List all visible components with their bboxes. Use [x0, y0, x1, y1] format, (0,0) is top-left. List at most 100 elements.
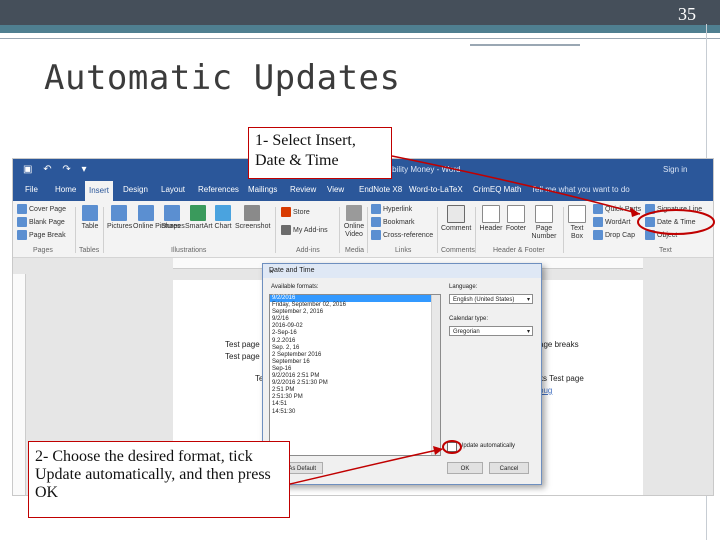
page-break-button[interactable]: Page Break — [17, 230, 66, 240]
pictures-button[interactable]: Pictures — [107, 205, 132, 230]
tab-review[interactable]: Review — [290, 185, 316, 194]
calendar-type-select[interactable]: Gregorian ▾ — [449, 326, 533, 336]
group-text-label: Text — [659, 247, 672, 254]
formats-label: Available formats: — [271, 284, 319, 290]
shapes-button[interactable]: Shapes — [161, 205, 185, 230]
vertical-ruler — [13, 274, 26, 495]
object-icon — [645, 230, 655, 240]
ribbon-separator — [339, 207, 340, 253]
format-option[interactable]: 9/2/2016 2:51 PM — [270, 373, 440, 380]
my-addins-button[interactable]: My Add-ins — [281, 225, 328, 235]
slide-divider-line — [0, 38, 720, 39]
update-automatically-label: Update automatically — [459, 443, 516, 449]
formats-scrollbar[interactable] — [431, 295, 440, 455]
format-option[interactable]: Friday, September 02, 2016 — [270, 302, 440, 309]
tab-layout[interactable]: Layout — [161, 185, 185, 194]
slide-divider-short — [470, 44, 580, 46]
format-option[interactable]: Sep. 2, 16 — [270, 345, 440, 352]
format-option[interactable]: September 2, 2016 — [270, 309, 440, 316]
format-option[interactable]: Sep-16 — [270, 366, 440, 373]
hyperlink-button[interactable]: Hyperlink — [371, 204, 412, 214]
cross-reference-icon — [371, 230, 381, 240]
group-media-label: Media — [345, 247, 365, 254]
close-icon[interactable]: × — [269, 267, 537, 276]
format-option[interactable]: 14:51:30 — [270, 409, 440, 416]
update-automatically-checkbox[interactable] — [447, 442, 457, 452]
screenshot-button[interactable]: Screenshot — [235, 205, 270, 230]
tab-references[interactable]: References — [198, 185, 239, 194]
footer-button[interactable]: Footer — [505, 205, 527, 232]
language-label: Language: — [449, 284, 478, 290]
tab-insert[interactable]: Insert — [85, 181, 114, 201]
ok-button[interactable]: OK — [447, 462, 483, 474]
chart-button[interactable]: Chart — [213, 205, 233, 230]
slide-accent-bar — [0, 25, 720, 33]
date-time-button[interactable]: Date & Time — [645, 217, 696, 227]
format-option[interactable]: 14:51 — [270, 401, 440, 408]
store-button[interactable]: Store — [281, 207, 310, 217]
online-video-button[interactable]: Online Video — [343, 205, 365, 239]
tab-endnote[interactable]: EndNote X8 — [359, 185, 402, 194]
drop-cap-button[interactable]: Drop Cap — [593, 230, 635, 240]
signature-line-icon — [645, 204, 655, 214]
object-button[interactable]: Object — [645, 230, 677, 240]
chevron-down-icon: ▾ — [526, 329, 530, 335]
bookmark-button[interactable]: Bookmark — [371, 217, 415, 227]
group-tables-label: Tables — [79, 247, 100, 254]
format-option[interactable]: 2:51 PM — [270, 387, 440, 394]
tab-crimeq-math[interactable]: CrimEQ Math — [473, 185, 521, 194]
ribbon-tabs: File Home Insert Design Layout Reference… — [13, 181, 713, 201]
callout-step-2: 2- Choose the desired format, tick Updat… — [28, 441, 290, 518]
cover-page-button[interactable]: Cover Page — [17, 204, 66, 214]
formats-list[interactable]: 9/2/2016 Friday, September 02, 2016 Septem… — [269, 294, 441, 456]
header-button[interactable]: Header — [479, 205, 503, 232]
online-pictures-button[interactable]: Online Pictures — [133, 205, 180, 230]
ribbon-separator — [475, 207, 476, 253]
sign-in-link[interactable]: Sign in — [663, 165, 687, 174]
format-option[interactable]: 9/2/2016 — [270, 295, 440, 303]
tab-word-to-latex[interactable]: Word-to-LaTeX — [409, 185, 463, 194]
page-break-icon — [17, 230, 27, 240]
text-box-icon — [568, 205, 586, 223]
comment-icon — [447, 205, 465, 223]
format-option[interactable]: 2 September 2016 — [270, 352, 440, 359]
tab-mailings[interactable]: Mailings — [248, 185, 277, 194]
quick-parts-icon — [593, 204, 603, 214]
group-links-label: Links — [395, 247, 412, 254]
wordart-button[interactable]: WordArt — [593, 217, 631, 227]
format-option[interactable]: 9/2/2016 2:51:30 PM — [270, 380, 440, 387]
hyperlink-icon — [371, 204, 381, 214]
tab-file[interactable]: File — [25, 185, 38, 194]
format-option[interactable]: 2-Sep-16 — [270, 330, 440, 337]
cancel-button[interactable]: Cancel — [489, 462, 529, 474]
format-option[interactable]: September 16 — [270, 359, 440, 366]
group-addins-label: Add-ins — [296, 247, 320, 254]
comment-button[interactable]: Comment — [441, 205, 471, 232]
tab-home[interactable]: Home — [55, 185, 76, 194]
signature-line-button[interactable]: Signature Line — [645, 204, 702, 214]
ribbon-separator — [367, 207, 368, 253]
addins-icon — [281, 225, 291, 235]
ribbon-separator — [563, 207, 564, 253]
insert-ribbon: Cover Page Blank Page Page Break Table P… — [13, 201, 713, 258]
slide-number: 35 — [678, 4, 696, 24]
text-box-button[interactable]: Text Box — [567, 205, 587, 241]
format-option[interactable]: 9/2/16 — [270, 316, 440, 323]
tab-view[interactable]: View — [327, 185, 344, 194]
format-option[interactable]: 2:51:30 PM — [270, 394, 440, 401]
quick-access-icons[interactable]: ▣ ↶ ↷ ▾ — [23, 164, 91, 175]
table-button[interactable]: Table — [79, 205, 101, 230]
tab-design[interactable]: Design — [123, 185, 148, 194]
ribbon-separator — [75, 207, 76, 253]
tell-me-box[interactable]: Tell me what you want to do — [531, 185, 630, 194]
quick-parts-button[interactable]: Quick Parts — [593, 204, 641, 214]
language-select[interactable]: English (United States) ▾ — [449, 294, 533, 304]
page-number-button[interactable]: Page Number — [529, 205, 559, 241]
format-option[interactable]: 9.2.2016 — [270, 338, 440, 345]
cross-reference-button[interactable]: Cross-reference — [371, 230, 433, 240]
chart-icon — [215, 205, 231, 221]
smartart-button[interactable]: SmartArt — [185, 205, 213, 230]
format-option[interactable]: 2016-09-02 — [270, 323, 440, 330]
ribbon-separator — [275, 207, 276, 253]
blank-page-button[interactable]: Blank Page — [17, 217, 65, 227]
